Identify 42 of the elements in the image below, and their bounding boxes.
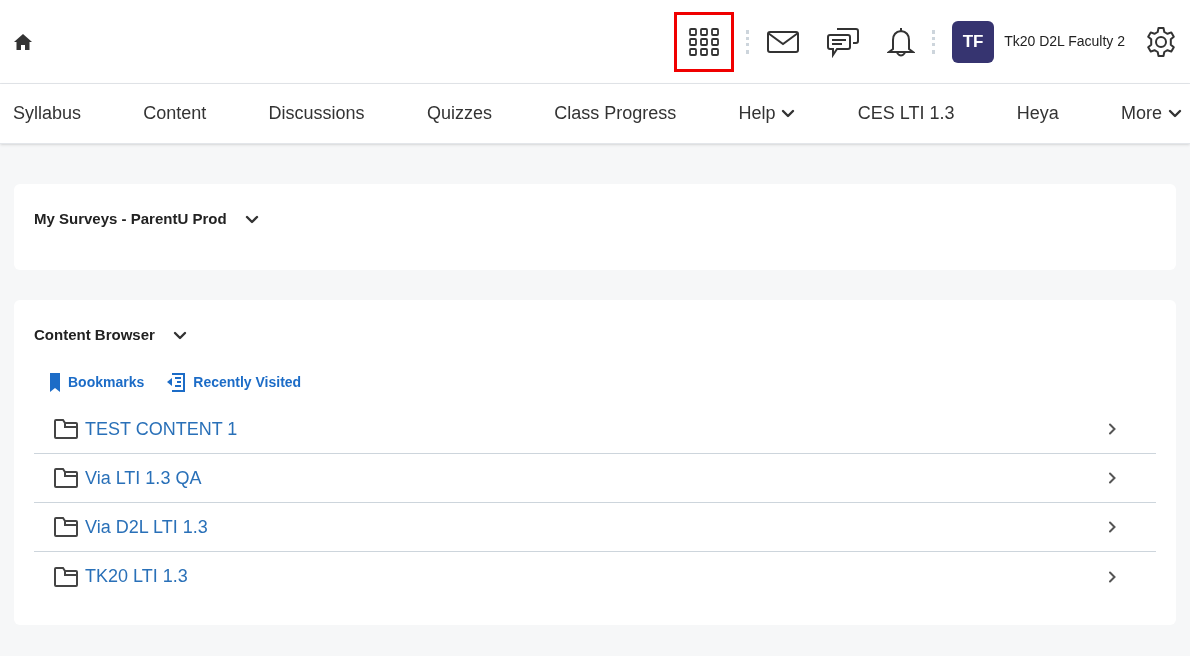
nav-link[interactable]: Class Progress (554, 100, 677, 127)
folder-row[interactable]: Via LTI 1.3 QA (34, 454, 1156, 503)
widget-link[interactable]: Bookmarks (50, 372, 145, 393)
folder-row[interactable]: TEST CONTENT 1 (34, 405, 1156, 454)
folder-icon (54, 517, 78, 537)
history-icon (166, 373, 186, 392)
nav-link[interactable]: CES LTI 1.3 (857, 100, 955, 127)
nav-link[interactable]: Content (143, 100, 207, 127)
chevron-right-icon (1108, 521, 1116, 533)
nav-link[interactable]: Discussions (268, 100, 365, 127)
app-grid-button[interactable] (674, 11, 735, 72)
chevron-right-icon (1108, 472, 1116, 484)
folder-row[interactable]: TK20 LTI 1.3 (34, 552, 1156, 601)
home-icon[interactable] (13, 32, 33, 51)
nav-link[interactable]: Syllabus (13, 100, 82, 127)
chevron-down-icon (172, 330, 187, 340)
chevron-down-icon (244, 214, 259, 224)
mail-icon[interactable] (767, 30, 800, 53)
widget-title: Content Browser (34, 324, 155, 345)
chevron-down-icon (1168, 109, 1182, 118)
folder-icon (54, 468, 78, 488)
nav-link[interactable]: Heya (1016, 100, 1059, 127)
nav-link[interactable]: Quizzes (426, 100, 492, 127)
user-avatar[interactable]: TF (952, 20, 995, 63)
chevron-down-icon (781, 109, 796, 118)
collapse-button[interactable] (244, 214, 259, 224)
folder-row[interactable]: Via D2L LTI 1.3 (34, 503, 1156, 552)
grid-icon (689, 27, 720, 56)
chevron-right-icon (1108, 570, 1116, 583)
widget-link[interactable]: Recently Visited (166, 372, 302, 393)
user-name[interactable]: Tk20 D2L Faculty 2 (1004, 31, 1125, 52)
widget-title: My Surveys - ParentU Prod (34, 208, 227, 229)
nav-menu-button[interactable]: Help (738, 100, 796, 127)
nav-menu-button[interactable]: More (1121, 100, 1182, 127)
chat-icon[interactable] (827, 25, 860, 58)
settings-icon[interactable] (1145, 25, 1177, 58)
folder-icon (54, 566, 78, 587)
folder-icon (54, 419, 78, 439)
bookmark-icon (50, 373, 60, 392)
chevron-right-icon (1108, 423, 1116, 435)
collapse-button[interactable] (172, 330, 187, 340)
bell-icon[interactable] (887, 25, 916, 58)
